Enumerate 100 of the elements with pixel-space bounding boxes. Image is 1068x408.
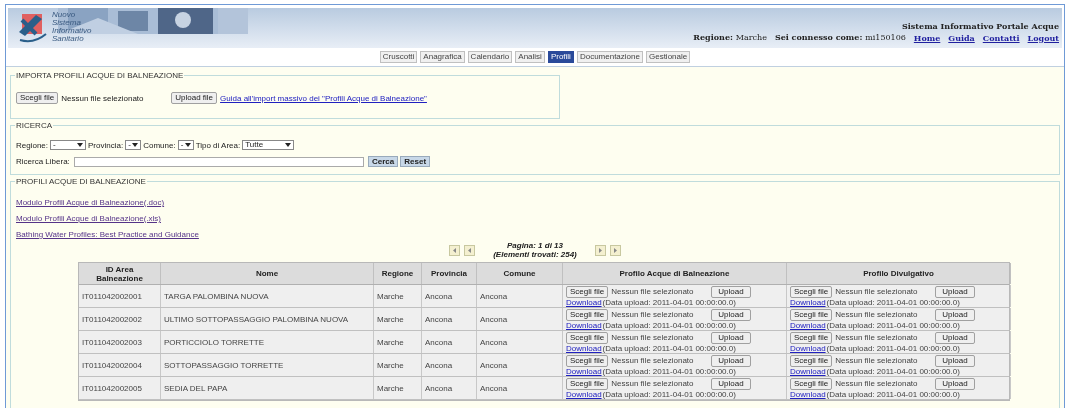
download-link[interactable]: Download [790,343,826,353]
document-link[interactable]: Modulo Profili Acque di Balneazione(.doc) [16,198,165,207]
table-cell: IT011042002002 [79,308,161,330]
table-cell: IT011042002005 [79,377,161,399]
right-arrow-icon [612,247,619,253]
select-field[interactable]: - [125,140,142,150]
upload-date: (Data upload: 2011-04-01 00:00:00.0) [602,320,736,330]
table-cell: Ancona [477,331,563,353]
nav-tab[interactable]: Profili [547,51,574,63]
table-cell: TARGA PALOMBINA NUOVA [161,285,374,307]
download-link[interactable]: Download [790,389,826,399]
file-status: Nessun file selezionato [835,379,919,388]
download-link[interactable]: Download [566,297,602,307]
column-header: Comune [477,263,563,284]
upload-button[interactable]: Upload [935,377,975,390]
nav-tab[interactable]: Anagrafica [420,51,465,63]
first-page-button[interactable] [449,244,461,256]
upload-button[interactable]: Upload [711,308,751,321]
filter-label: Comune: [143,140,176,150]
choose-file-button[interactable]: Scegli file [566,354,609,367]
file-status: Nessun file selezionato [611,333,695,342]
nav-tab[interactable]: Calendario [467,51,513,63]
table-cell: Ancona [477,377,563,399]
last-page-button[interactable] [609,244,621,256]
table-cell: Ancona [422,354,477,376]
choose-file-button[interactable]: Scegli file [790,308,833,321]
upload-button[interactable]: Upload [711,331,751,344]
search-field[interactable] [74,156,364,167]
nav-tab[interactable]: Documentazione [576,51,643,63]
header-link[interactable]: Guida [948,32,975,43]
table-cell: Ancona [422,285,477,307]
upload-button[interactable]: Upload [935,285,975,298]
table-cell: PORTICCIOLO TORRETTE [161,331,374,353]
filter-label: Tipo di Area: [195,140,241,150]
nav-tab[interactable]: Analisi [515,51,545,63]
dropdown-icon [77,143,84,147]
upload-button[interactable]: Upload [935,354,975,367]
choose-file-button[interactable]: Scegli file [16,92,59,104]
previous-page-button[interactable] [464,244,476,256]
document-link[interactable]: Bathing Water Profiles: Best Practice and Guidance [16,230,199,239]
table-cell: Marche [374,308,422,330]
nav-tab[interactable]: Gestionale [645,51,691,63]
reset-button[interactable]: Reset [400,156,431,167]
select-field[interactable]: - [50,140,87,150]
upload-file-button[interactable]: Upload file [171,92,218,104]
column-header: Profilo Divulgativo [787,263,1011,284]
next-page-button[interactable] [594,244,606,256]
dropdown-icon [132,143,139,147]
file-status: Nessun file selezionato [835,310,919,319]
download-link[interactable]: Download [790,320,826,330]
select-field[interactable]: - [177,140,194,150]
upload-date: (Data upload: 2011-04-01 00:00:00.0) [826,366,960,376]
filter-label: Regione: [16,140,49,150]
upload-button[interactable]: Upload [935,308,975,321]
upload-date: (Data upload: 2011-04-01 00:00:00.0) [826,389,960,399]
upload-button[interactable]: Upload [935,331,975,344]
header-link[interactable]: Home [913,32,941,43]
table-cell: Marche [374,331,422,353]
header-link[interactable]: Contatti [982,32,1020,43]
choose-file-button[interactable]: Scegli file [790,331,833,344]
free-search-label: Ricerca Libera: [16,157,71,166]
upload-button[interactable]: Upload [711,354,751,367]
document-link[interactable]: Modulo Profili Acque di Balneazione(.xls) [16,214,161,223]
download-link[interactable]: Download [566,366,602,376]
choose-file-button[interactable]: Scegli file [790,377,833,390]
file-status: Nessun file selezionato [611,379,695,388]
choose-file-button[interactable]: Scegli file [566,285,609,298]
choose-file-button[interactable]: Scegli file [790,354,833,367]
download-link[interactable]: Download [566,343,602,353]
download-link[interactable]: Download [566,320,602,330]
upload-button[interactable]: Upload [711,377,751,390]
upload-button[interactable]: Upload [711,285,751,298]
table-cell: Marche [374,377,422,399]
table-cell: Ancona [422,331,477,353]
header-link[interactable]: Logout [1027,32,1059,43]
file-status: Nessun file selezionato [835,287,919,296]
choose-file-button[interactable]: Scegli file [566,331,609,344]
choose-file-button[interactable]: Scegli file [790,285,833,298]
guide-link[interactable]: Guida all'import massivo dei "Profili Acque di Balneazione" [220,93,427,103]
file-status: Nessun file selezionato [611,287,695,296]
left-arrow-icon [466,247,473,253]
select-field[interactable]: Tutte [242,140,295,150]
system-title: Sistema Informativo Portale Acque [902,21,1059,31]
column-header: Nome [161,263,374,284]
download-link[interactable]: Download [790,297,826,307]
download-link[interactable]: Download [790,366,826,376]
right-arrow-icon [597,247,604,253]
download-link[interactable]: Download [566,389,602,399]
table-cell: IT011042002004 [79,354,161,376]
column-header: Regione [374,263,422,284]
column-header: Profilo Acque di Balneazione [563,263,787,284]
filter-label: Provincia: [88,140,124,150]
choose-file-button[interactable]: Scegli file [566,377,609,390]
table-cell: Ancona [422,377,477,399]
choose-file-button[interactable]: Scegli file [566,308,609,321]
search-button[interactable]: Cerca [368,156,399,167]
table-cell: SOTTOPASSAGGIO TORRETTE [161,354,374,376]
nav-tab[interactable]: Cruscotti [379,51,418,63]
left-arrow-icon [451,247,458,253]
table-cell: SEDIA DEL PAPA [161,377,374,399]
